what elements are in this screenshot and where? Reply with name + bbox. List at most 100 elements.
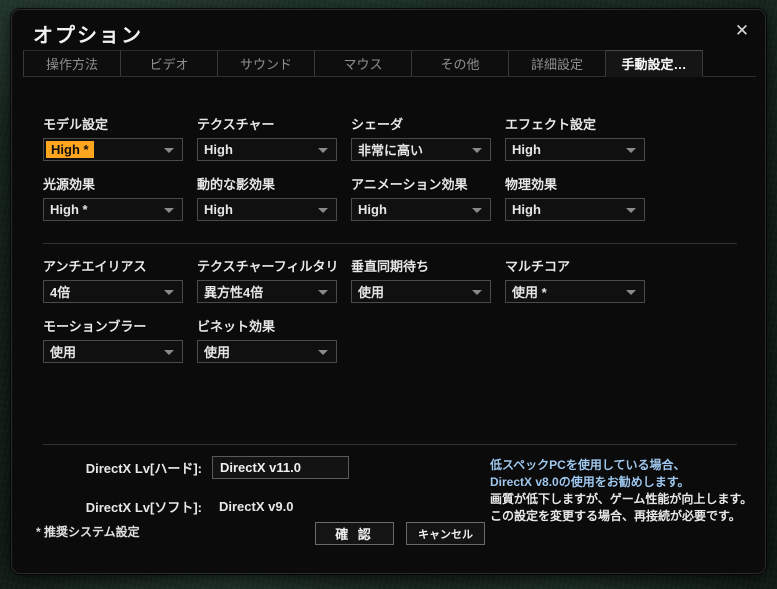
bottom-divider: [43, 444, 737, 445]
tab-others[interactable]: その他: [412, 50, 509, 76]
tab-video[interactable]: ビデオ: [121, 50, 218, 76]
dropdown-value: DirectX v11.0: [220, 460, 301, 475]
field-label: 光源効果: [43, 177, 96, 192]
settings-row-1: モデル設定 High * テクスチャー High シェーダ 非常に高い エフェク…: [12, 114, 765, 172]
dropdown-value: High *: [50, 202, 88, 217]
dropdown-value: High: [512, 142, 541, 157]
field-label: 垂直同期待ち: [351, 259, 430, 274]
directx-soft-value: DirectX v9.0: [219, 499, 294, 514]
page-title: オプション: [33, 25, 143, 47]
dropdown-vignette[interactable]: 使用: [197, 340, 337, 363]
directx-hard-label: DirectX Lv[ハード]:: [85, 461, 202, 476]
recommended-settings-note: * 推奨システム設定: [36, 525, 140, 539]
field-model-quality: モデル設定 High *: [43, 114, 183, 161]
field-label: エフェクト設定: [505, 117, 597, 132]
field-vsync: 垂直同期待ち 使用: [351, 256, 491, 303]
tab-advanced[interactable]: 詳細設定: [509, 50, 606, 76]
confirm-button[interactable]: 確 認: [315, 522, 394, 545]
directx-soft-label: DirectX Lv[ソフト]:: [85, 500, 202, 515]
settings-row-2: 光源効果 High * 動的な影効果 High アニメーション効果 High 物…: [12, 174, 765, 232]
dropdown-physics[interactable]: High: [505, 198, 645, 221]
field-vignette: ビネット効果 使用: [197, 316, 337, 363]
dropdown-animation[interactable]: High: [351, 198, 491, 221]
field-label: マルチコア: [505, 259, 571, 274]
dropdown-value: High: [358, 202, 387, 217]
dropdown-model-quality[interactable]: High *: [43, 138, 183, 161]
dropdown-value: 使用 *: [512, 285, 547, 300]
settings-row-4: モーションブラー 使用 ビネット効果 使用: [12, 316, 765, 374]
field-lighting: 光源効果 High *: [43, 174, 183, 221]
dropdown-directx-hard[interactable]: DirectX v11.0: [212, 456, 349, 479]
chevron-down-icon: [164, 207, 174, 213]
chevron-down-icon: [626, 289, 636, 295]
dropdown-value: High *: [46, 141, 94, 158]
field-label: テクスチャーフィルタリ: [197, 259, 339, 274]
chevron-down-icon: [626, 207, 636, 213]
chevron-down-icon: [472, 207, 482, 213]
dropdown-texture[interactable]: High: [197, 138, 337, 161]
dropdown-value: High: [204, 202, 233, 217]
directx-hard-row: DirectX Lv[ハード]: DirectX v11.0: [50, 456, 349, 479]
field-label: ビネット効果: [197, 319, 276, 334]
field-effect: エフェクト設定 High: [505, 114, 645, 161]
options-dialog: オプション ✕ 操作方法 ビデオ サウンド マウス その他 詳細設定 手動設定……: [11, 9, 766, 574]
dropdown-antialiasing[interactable]: 4倍: [43, 280, 183, 303]
chevron-down-icon: [318, 349, 328, 355]
field-label: アンチエイリアス: [43, 259, 147, 274]
field-texture: テクスチャー High: [197, 114, 337, 161]
info-line-3: 画質が低下しますが、ゲーム性能が向上します。: [490, 492, 753, 506]
chevron-down-icon: [164, 147, 174, 153]
dropdown-lighting[interactable]: High *: [43, 198, 183, 221]
chevron-down-icon: [626, 147, 636, 153]
field-label: アニメーション効果: [351, 177, 468, 192]
dropdown-vsync[interactable]: 使用: [351, 280, 491, 303]
dialog-titlebar: オプション ✕: [12, 10, 765, 54]
dropdown-effect[interactable]: High: [505, 138, 645, 161]
dropdown-value: 使用: [50, 345, 77, 360]
chevron-down-icon: [318, 207, 328, 213]
chevron-down-icon: [164, 349, 174, 355]
chevron-down-icon: [472, 289, 482, 295]
tab-mouse[interactable]: マウス: [315, 50, 412, 76]
dropdown-value: 使用: [204, 345, 231, 360]
field-dynamic-shadow: 動的な影効果 High: [197, 174, 337, 221]
dropdown-texture-filtering[interactable]: 異方性4倍: [197, 280, 337, 303]
chevron-down-icon: [164, 289, 174, 295]
directx-soft-row: DirectX Lv[ソフト]: DirectX v9.0: [50, 497, 294, 516]
field-label: モーションブラー: [43, 319, 147, 334]
tab-manual-settings[interactable]: 手動設定…: [606, 50, 703, 77]
tab-controls[interactable]: 操作方法: [23, 50, 121, 76]
chevron-down-icon: [318, 289, 328, 295]
dropdown-dynamic-shadow[interactable]: High: [197, 198, 337, 221]
tab-sound[interactable]: サウンド: [218, 50, 315, 76]
field-motion-blur: モーションブラー 使用: [43, 316, 183, 363]
close-icon[interactable]: ✕: [731, 20, 753, 42]
info-line-1: 低スペックPCを使用している場合、: [490, 458, 686, 472]
field-label: テクスチャー: [197, 117, 275, 132]
dropdown-value: 使用: [358, 285, 385, 300]
dropdown-value: 4倍: [50, 285, 71, 300]
dropdown-motion-blur[interactable]: 使用: [43, 340, 183, 363]
tab-bar: 操作方法 ビデオ サウンド マウス その他 詳細設定 手動設定…: [23, 50, 756, 77]
chevron-down-icon: [318, 147, 328, 153]
cancel-button[interactable]: キャンセル: [406, 522, 485, 545]
section-divider: [43, 243, 737, 244]
field-antialiasing: アンチエイリアス 4倍: [43, 256, 183, 303]
dropdown-value: 非常に高い: [358, 143, 424, 158]
info-line-2: DirectX v8.0の使用をお勧めします。: [490, 475, 690, 489]
chevron-down-icon: [472, 147, 482, 153]
field-label: 動的な影効果: [197, 177, 276, 192]
dropdown-multicore[interactable]: 使用 *: [505, 280, 645, 303]
field-label: 物理効果: [505, 177, 558, 192]
dropdown-value: High: [512, 202, 541, 217]
field-label: モデル設定: [43, 117, 109, 132]
field-shader: シェーダ 非常に高い: [351, 114, 491, 161]
field-label: シェーダ: [351, 117, 404, 132]
field-multicore: マルチコア 使用 *: [505, 256, 645, 303]
field-animation: アニメーション効果 High: [351, 174, 491, 221]
info-line-4: この設定を変更する場合、再接続が必要です。: [490, 509, 741, 523]
dropdown-value: 異方性4倍: [204, 285, 264, 300]
dropdown-shader[interactable]: 非常に高い: [351, 138, 491, 161]
info-text-block: 低スペックPCを使用している場合、 DirectX v8.0の使用をお勧めします…: [490, 457, 765, 525]
field-physics: 物理効果 High: [505, 174, 645, 221]
